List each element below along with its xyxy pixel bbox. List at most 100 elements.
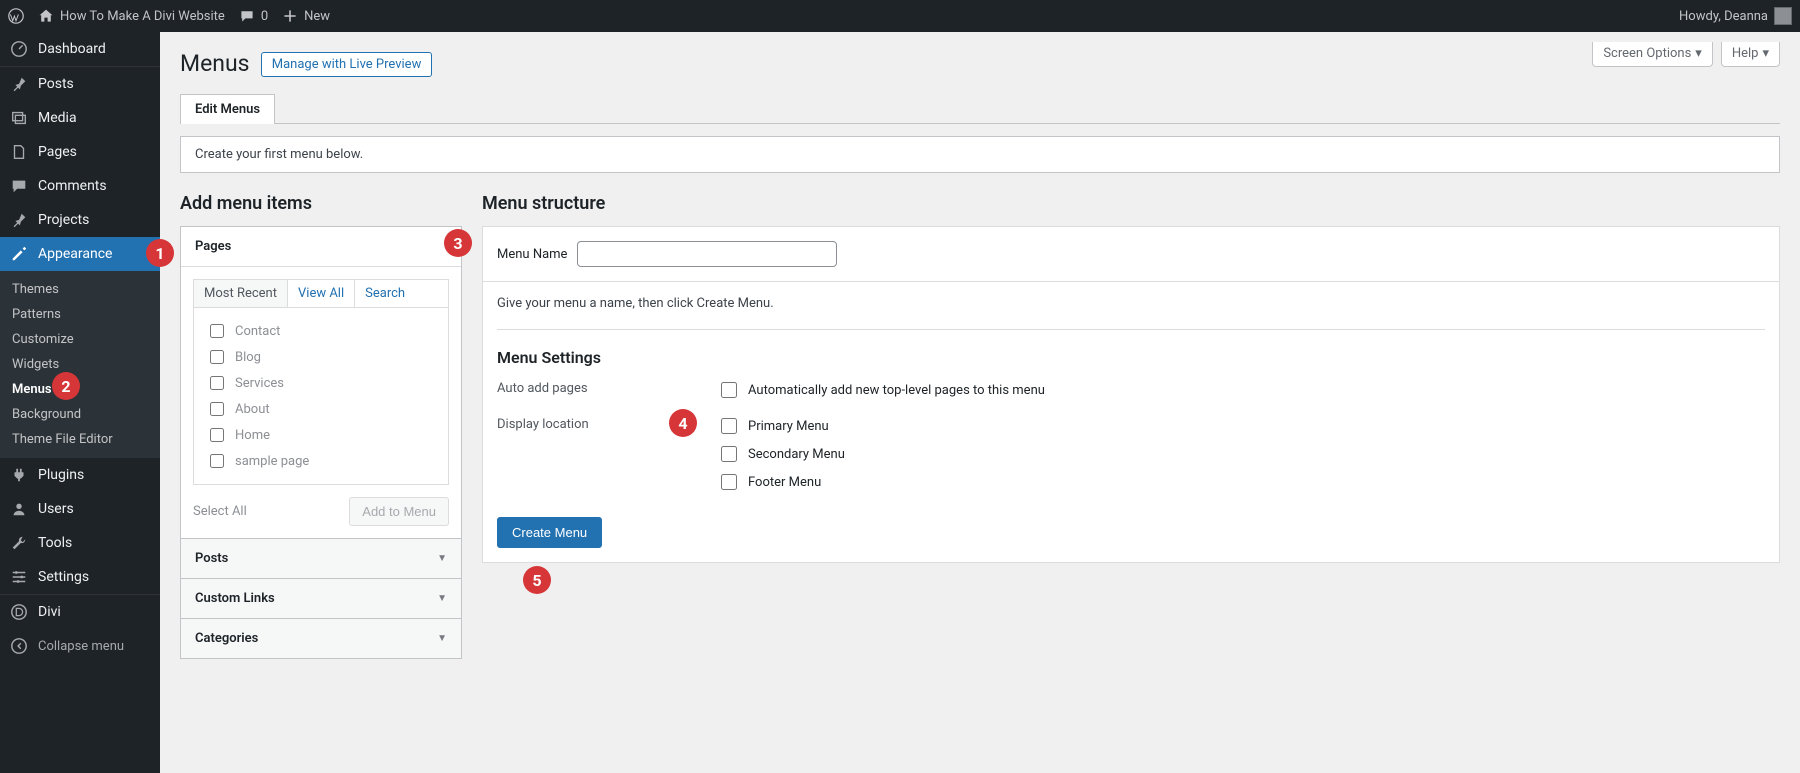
chevron-down-icon: ▾ — [1762, 46, 1769, 61]
menu-name-input[interactable] — [577, 241, 837, 267]
comments-link[interactable]: 0 — [239, 0, 268, 32]
page-icon — [10, 143, 28, 161]
add-items-accordion: Pages Most Recent View All Search Contac… — [180, 226, 462, 659]
page-item[interactable]: Home — [204, 422, 438, 448]
submenu-themes[interactable]: Themes — [0, 277, 160, 302]
pages-list: Contact Blog Services About Home sample … — [193, 307, 449, 485]
accordion-categories-header[interactable]: Categories▼ — [181, 619, 461, 658]
sidebar-label: Media — [38, 110, 77, 126]
appearance-submenu: Themes Patterns Customize Widgets Menus … — [0, 271, 160, 458]
menu-instruction: Give your menu a name, then click Create… — [497, 296, 1765, 311]
pin-icon — [10, 75, 28, 93]
accordion-posts-header[interactable]: Posts▼ — [181, 539, 461, 578]
divi-icon — [10, 603, 28, 621]
collapse-menu[interactable]: Collapse menu — [0, 629, 160, 663]
tab-most-recent[interactable]: Most Recent — [194, 280, 288, 307]
content-area: Screen Options ▾ Help ▾ Menus Manage wit… — [160, 32, 1800, 773]
sidebar-label: Comments — [38, 178, 107, 194]
menus-tabs: Edit Menus — [180, 93, 1780, 124]
wp-logo[interactable] — [8, 0, 24, 32]
accordion-title: Categories — [195, 631, 258, 646]
plus-icon — [282, 8, 298, 24]
sidebar-item-appearance[interactable]: Appearance 1 — [0, 237, 160, 271]
page-label: About — [235, 402, 270, 417]
page-checkbox[interactable] — [210, 350, 224, 364]
annotation-3: 3 — [444, 229, 472, 257]
page-item[interactable]: sample page — [204, 448, 438, 474]
submenu-theme-editor[interactable]: Theme File Editor — [0, 427, 160, 452]
greeting-text: Howdy, Deanna — [1679, 9, 1768, 24]
accordion-pages-header[interactable]: Pages — [181, 227, 461, 267]
select-all-link[interactable]: Select All — [193, 504, 247, 519]
page-checkbox[interactable] — [210, 324, 224, 338]
home-icon — [38, 8, 54, 24]
sidebar-item-projects[interactable]: Projects — [0, 203, 160, 237]
media-icon — [10, 109, 28, 127]
page-item[interactable]: About — [204, 396, 438, 422]
new-content[interactable]: New — [282, 0, 330, 32]
submenu-background[interactable]: Background — [0, 402, 160, 427]
sidebar-item-users[interactable]: Users — [0, 492, 160, 526]
page-label: Contact — [235, 324, 280, 339]
plugin-icon — [10, 466, 28, 484]
live-preview-button[interactable]: Manage with Live Preview — [261, 52, 433, 77]
collapse-icon — [10, 637, 28, 655]
location-option[interactable]: Secondary Menu — [717, 443, 845, 465]
account-link[interactable]: Howdy, Deanna — [1679, 0, 1792, 32]
create-menu-button[interactable]: Create Menu — [497, 517, 602, 548]
page-checkbox[interactable] — [210, 402, 224, 416]
tab-search[interactable]: Search — [355, 280, 415, 307]
sidebar-label: Appearance — [38, 246, 112, 262]
page-checkbox[interactable] — [210, 428, 224, 442]
page-checkbox[interactable] — [210, 454, 224, 468]
annotation-1: 1 — [146, 239, 174, 267]
first-menu-notice: Create your first menu below. — [180, 136, 1780, 173]
sidebar-item-divi[interactable]: Divi — [0, 595, 160, 629]
location-option[interactable]: Primary Menu — [717, 415, 845, 437]
sidebar-item-comments[interactable]: Comments — [0, 169, 160, 203]
accordion-custom-links-header[interactable]: Custom Links▼ — [181, 579, 461, 618]
submenu-patterns[interactable]: Patterns — [0, 302, 160, 327]
help-button[interactable]: Help ▾ — [1721, 42, 1780, 67]
wordpress-icon — [8, 8, 24, 24]
sidebar-item-settings[interactable]: Settings — [0, 560, 160, 594]
sidebar-item-posts[interactable]: Posts — [0, 67, 160, 101]
location-text: Primary Menu — [748, 419, 829, 434]
sidebar-item-pages[interactable]: Pages — [0, 135, 160, 169]
avatar — [1774, 7, 1792, 25]
dashboard-icon — [10, 40, 28, 58]
user-icon — [10, 500, 28, 518]
wrench-icon — [10, 534, 28, 552]
page-item[interactable]: Contact — [204, 318, 438, 344]
add-to-menu-button[interactable]: Add to Menu — [349, 497, 449, 526]
sidebar-item-dashboard[interactable]: Dashboard — [0, 32, 160, 66]
sidebar-item-tools[interactable]: Tools — [0, 526, 160, 560]
page-checkbox[interactable] — [210, 376, 224, 390]
sidebar-item-media[interactable]: Media — [0, 101, 160, 135]
page-item[interactable]: Services — [204, 370, 438, 396]
tab-edit-menus[interactable]: Edit Menus — [180, 94, 275, 124]
location-checkbox[interactable] — [721, 446, 737, 462]
tab-view-all[interactable]: View All — [288, 280, 355, 307]
comment-icon — [239, 8, 255, 24]
page-label: Home — [235, 428, 270, 443]
site-link[interactable]: How To Make A Divi Website — [38, 0, 225, 32]
auto-add-option[interactable]: Automatically add new top-level pages to… — [717, 379, 1045, 401]
admin-bar: How To Make A Divi Website 0 New Howdy, … — [0, 0, 1800, 32]
page-item[interactable]: Blog — [204, 344, 438, 370]
sidebar-item-plugins[interactable]: Plugins — [0, 458, 160, 492]
auto-add-text: Automatically add new top-level pages to… — [748, 383, 1045, 398]
location-option[interactable]: Footer Menu — [717, 471, 845, 493]
sidebar-label: Plugins — [38, 467, 84, 483]
submenu-customize[interactable]: Customize — [0, 327, 160, 352]
submenu-widgets[interactable]: Widgets — [0, 352, 160, 377]
comment-icon — [10, 177, 28, 195]
location-checkbox[interactable] — [721, 474, 737, 490]
screen-options-label: Screen Options — [1603, 46, 1691, 61]
location-checkbox[interactable] — [721, 418, 737, 434]
annotation-2: 2 — [52, 372, 80, 400]
sidebar-label: Dashboard — [38, 41, 106, 57]
screen-options-button[interactable]: Screen Options ▾ — [1592, 42, 1713, 67]
auto-add-checkbox[interactable] — [721, 382, 737, 398]
submenu-menus[interactable]: Menus 2 — [0, 377, 160, 402]
